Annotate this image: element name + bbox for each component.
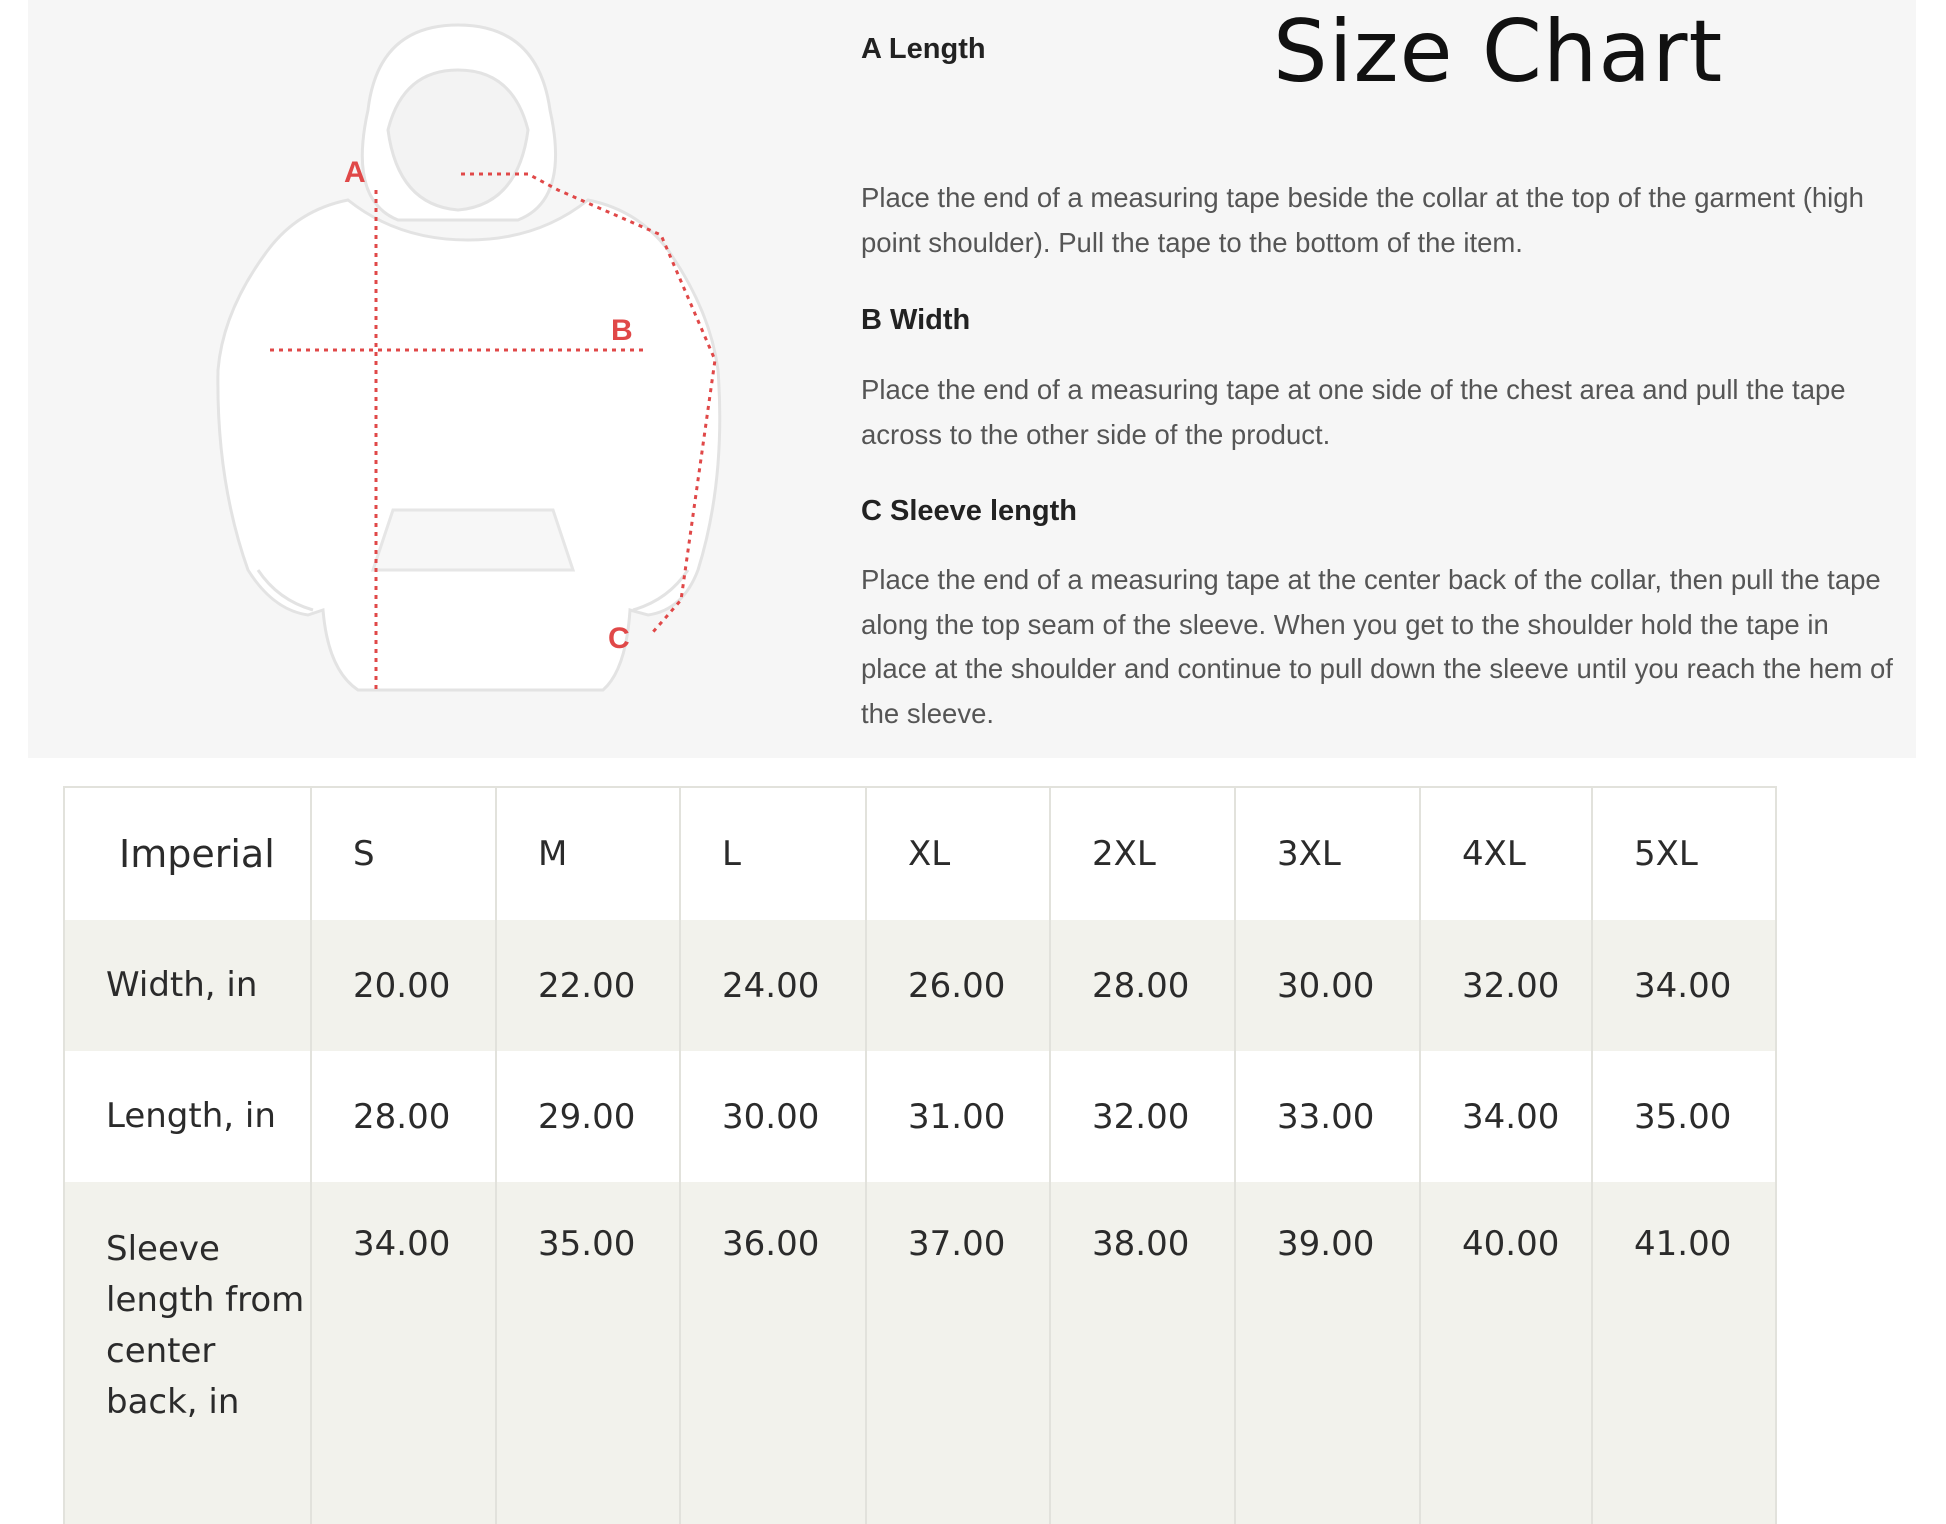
table-cell: 36.00: [679, 1182, 867, 1524]
table-cell: 38.00: [1049, 1182, 1236, 1524]
label-b: B: [611, 314, 633, 347]
table-cell: 32.00: [1049, 1051, 1236, 1182]
table-cell: 30.00: [1234, 920, 1421, 1051]
table-cell: 22.00: [495, 920, 681, 1051]
size-header: 3XL: [1234, 786, 1421, 920]
table-cell: 30.00: [679, 1051, 867, 1182]
table-cell: 24.00: [679, 920, 867, 1051]
page-title: Size Chart: [1273, 2, 1724, 102]
hoodie-measurement-diagram: A B C: [216, 23, 722, 692]
table-cell: 39.00: [1234, 1182, 1421, 1524]
instruction-text: Place the end of a measuring tape at one…: [861, 374, 1846, 450]
table-header-row: Imperial S M L XL 2XL 3XL 4XL 5XL: [63, 786, 1777, 920]
size-table: Imperial S M L XL 2XL 3XL 4XL 5XL Width,…: [63, 786, 1777, 1524]
instruction-text: Place the end of a measuring tape beside…: [861, 182, 1864, 258]
hoodie-illustration: [216, 23, 722, 692]
label-a: A: [344, 156, 366, 189]
table-row: Sleeve length from center back, in 34.00…: [63, 1182, 1777, 1524]
table-cell: 32.00: [1419, 920, 1593, 1051]
label-c: C: [608, 622, 630, 655]
row-label: Length, in: [63, 1051, 312, 1182]
table-cell: 40.00: [1419, 1182, 1593, 1524]
table-cell: 29.00: [495, 1051, 681, 1182]
size-header: L: [679, 786, 867, 920]
instruction-heading: B Width: [861, 304, 971, 336]
size-header: 2XL: [1049, 786, 1236, 920]
unit-header: Imperial: [63, 786, 312, 920]
size-header: 5XL: [1591, 786, 1777, 920]
table-cell: 37.00: [865, 1182, 1051, 1524]
instruction-text: Place the end of a measuring tape at the…: [861, 564, 1893, 729]
size-header: S: [310, 786, 497, 920]
instruction-heading: A Length: [861, 33, 986, 65]
size-header: 4XL: [1419, 786, 1593, 920]
size-header: M: [495, 786, 681, 920]
instruction-heading: C Sleeve length: [861, 495, 1077, 527]
table-cell: 34.00: [1419, 1051, 1593, 1182]
table-cell: 33.00: [1234, 1051, 1421, 1182]
size-header: XL: [865, 786, 1051, 920]
table-row: Width, in 20.00 22.00 24.00 26.00 28.00 …: [63, 920, 1777, 1051]
row-label: Width, in: [63, 920, 312, 1051]
table-cell: 28.00: [310, 1051, 497, 1182]
row-label: Sleeve length from center back, in: [63, 1182, 312, 1524]
table-cell: 31.00: [865, 1051, 1051, 1182]
table-cell: 28.00: [1049, 920, 1236, 1051]
table-cell: 35.00: [495, 1182, 681, 1524]
table-cell: 26.00: [865, 920, 1051, 1051]
table-cell: 34.00: [310, 1182, 497, 1524]
table-cell: 20.00: [310, 920, 497, 1051]
measurement-guide-panel: A B C Size Chart A Length Place the end …: [28, 0, 1916, 758]
table-cell: 35.00: [1591, 1051, 1777, 1182]
table-row: Length, in 28.00 29.00 30.00 31.00 32.00…: [63, 1051, 1777, 1182]
table-cell: 34.00: [1591, 920, 1777, 1051]
table-cell: 41.00: [1591, 1182, 1777, 1524]
